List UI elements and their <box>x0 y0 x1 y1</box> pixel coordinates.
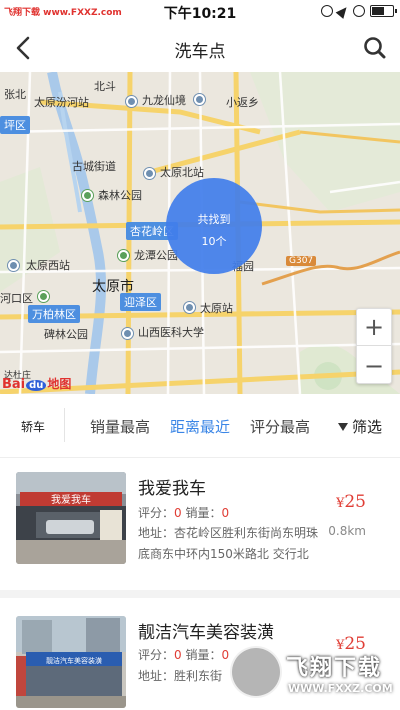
map-label: 河口区 <box>0 292 33 305</box>
map-label: 森林公园 <box>98 189 142 202</box>
map-label: 太原站 <box>200 302 233 315</box>
cluster-marker[interactable]: 共找到 10个 <box>166 178 262 274</box>
map-label: 太原西站 <box>26 259 70 272</box>
park-poi <box>82 190 93 201</box>
district-label: 万柏林区 <box>28 305 80 323</box>
map-view[interactable]: 张北 北斗 太原汾河站 九龙仙境 小返乡 坪区 古城街道 太原北站 森林公园 杏… <box>0 72 400 394</box>
train-station-poi <box>144 168 155 179</box>
shop-stats: 评分：0 销量：0 <box>138 648 230 662</box>
battery-icon <box>370 5 397 17</box>
shop-rating: 0 <box>174 648 182 662</box>
location-icon <box>335 3 351 19</box>
filter-label: 筛选 <box>352 418 383 436</box>
sort-sales-tab[interactable]: 销量最高 <box>90 416 150 437</box>
poi-marker <box>194 94 205 105</box>
park-poi <box>38 291 49 302</box>
zoom-in-button[interactable]: + <box>357 309 391 346</box>
park-poi <box>118 250 129 261</box>
shop-photo: 我爱我车 <box>16 472 126 564</box>
map-label: 九龙仙境 <box>142 94 186 107</box>
divider <box>64 408 65 442</box>
vehicle-type-selector[interactable]: 轿车 <box>0 418 66 435</box>
search-button[interactable] <box>362 35 388 61</box>
zoom-out-button[interactable]: − <box>357 347 391 384</box>
search-icon <box>364 37 386 59</box>
shop-sign-text: 靓洁汽车美容装潢 <box>46 656 102 665</box>
map-label: 北斗 <box>94 80 116 93</box>
map-label: 太原汾河站 <box>34 96 89 109</box>
alarm-icon <box>353 5 365 17</box>
shop-stats: 评分：0 销量：0 <box>138 506 230 520</box>
shop-address: 地址：杏花岭区胜利东街尚东明珠底商东中环内150米路北 交行北 <box>138 526 319 561</box>
shop-name: 靓洁汽车美容装潢 <box>138 623 274 643</box>
page-title: 洗车点 <box>174 42 226 62</box>
shop-name: 我爱我车 <box>138 479 206 499</box>
shop-distance: 0.8km <box>328 524 366 538</box>
map-label: 小返乡 <box>226 96 259 109</box>
watermark-url: WWW.FXXZ.COM <box>288 682 393 695</box>
shop-sales: 0 <box>221 506 230 520</box>
train-station-poi <box>184 302 195 313</box>
train-station-poi <box>8 260 19 271</box>
filter-bar: 轿车 销量最高 距离最近 评分最高 筛选 <box>0 394 400 458</box>
cluster-count: 10个 <box>201 235 227 248</box>
status-bar: 飞翔下载 www.FXXZ.com 下午10:21 <box>0 0 400 24</box>
status-icons <box>321 3 397 19</box>
watermark-logo: 飞翔下载 WWW.FXXZ.COM <box>230 646 393 702</box>
watermark-title: 飞翔下载 <box>286 656 383 681</box>
map-label: 碑林公园 <box>44 328 88 341</box>
shop-list-item[interactable]: 我爱我车 我爱我车 评分：0 销量：0 地址：杏花岭区胜利东街尚东明珠底商东中环… <box>0 458 400 598</box>
map-label: 古城街道 <box>72 160 116 173</box>
filter-icon <box>338 422 348 431</box>
shop-sales: 0 <box>221 648 230 662</box>
map-label: 山西医科大学 <box>138 326 204 339</box>
map-label: 太原北站 <box>160 166 204 179</box>
baidu-map-logo: Bai du 地图 <box>2 377 72 392</box>
sort-distance-tab[interactable]: 距离最近 <box>170 416 230 437</box>
nav-bar: 洗车点 <box>0 24 400 72</box>
shop-rating: 0 <box>174 506 182 520</box>
rotation-lock-icon <box>321 5 333 17</box>
watermark-circle <box>230 646 282 698</box>
cluster-title: 共找到 <box>197 213 231 226</box>
sort-rating-tab[interactable]: 评分最高 <box>250 416 310 437</box>
district-label: 坪区 <box>0 116 30 134</box>
map-label: 张北 <box>4 88 26 101</box>
shop-price: ¥25 <box>336 492 366 512</box>
district-label: 迎泽区 <box>120 293 161 311</box>
zoom-control: + − <box>356 308 392 384</box>
shop-photo: 靓洁汽车美容装潢 <box>16 616 126 708</box>
poi-marker <box>122 328 133 339</box>
shop-sign-text: 我爱我车 <box>51 493 91 506</box>
train-station-poi <box>126 96 137 107</box>
highway-shield: G307 <box>286 256 317 266</box>
filter-button[interactable]: 筛选 <box>338 416 382 437</box>
